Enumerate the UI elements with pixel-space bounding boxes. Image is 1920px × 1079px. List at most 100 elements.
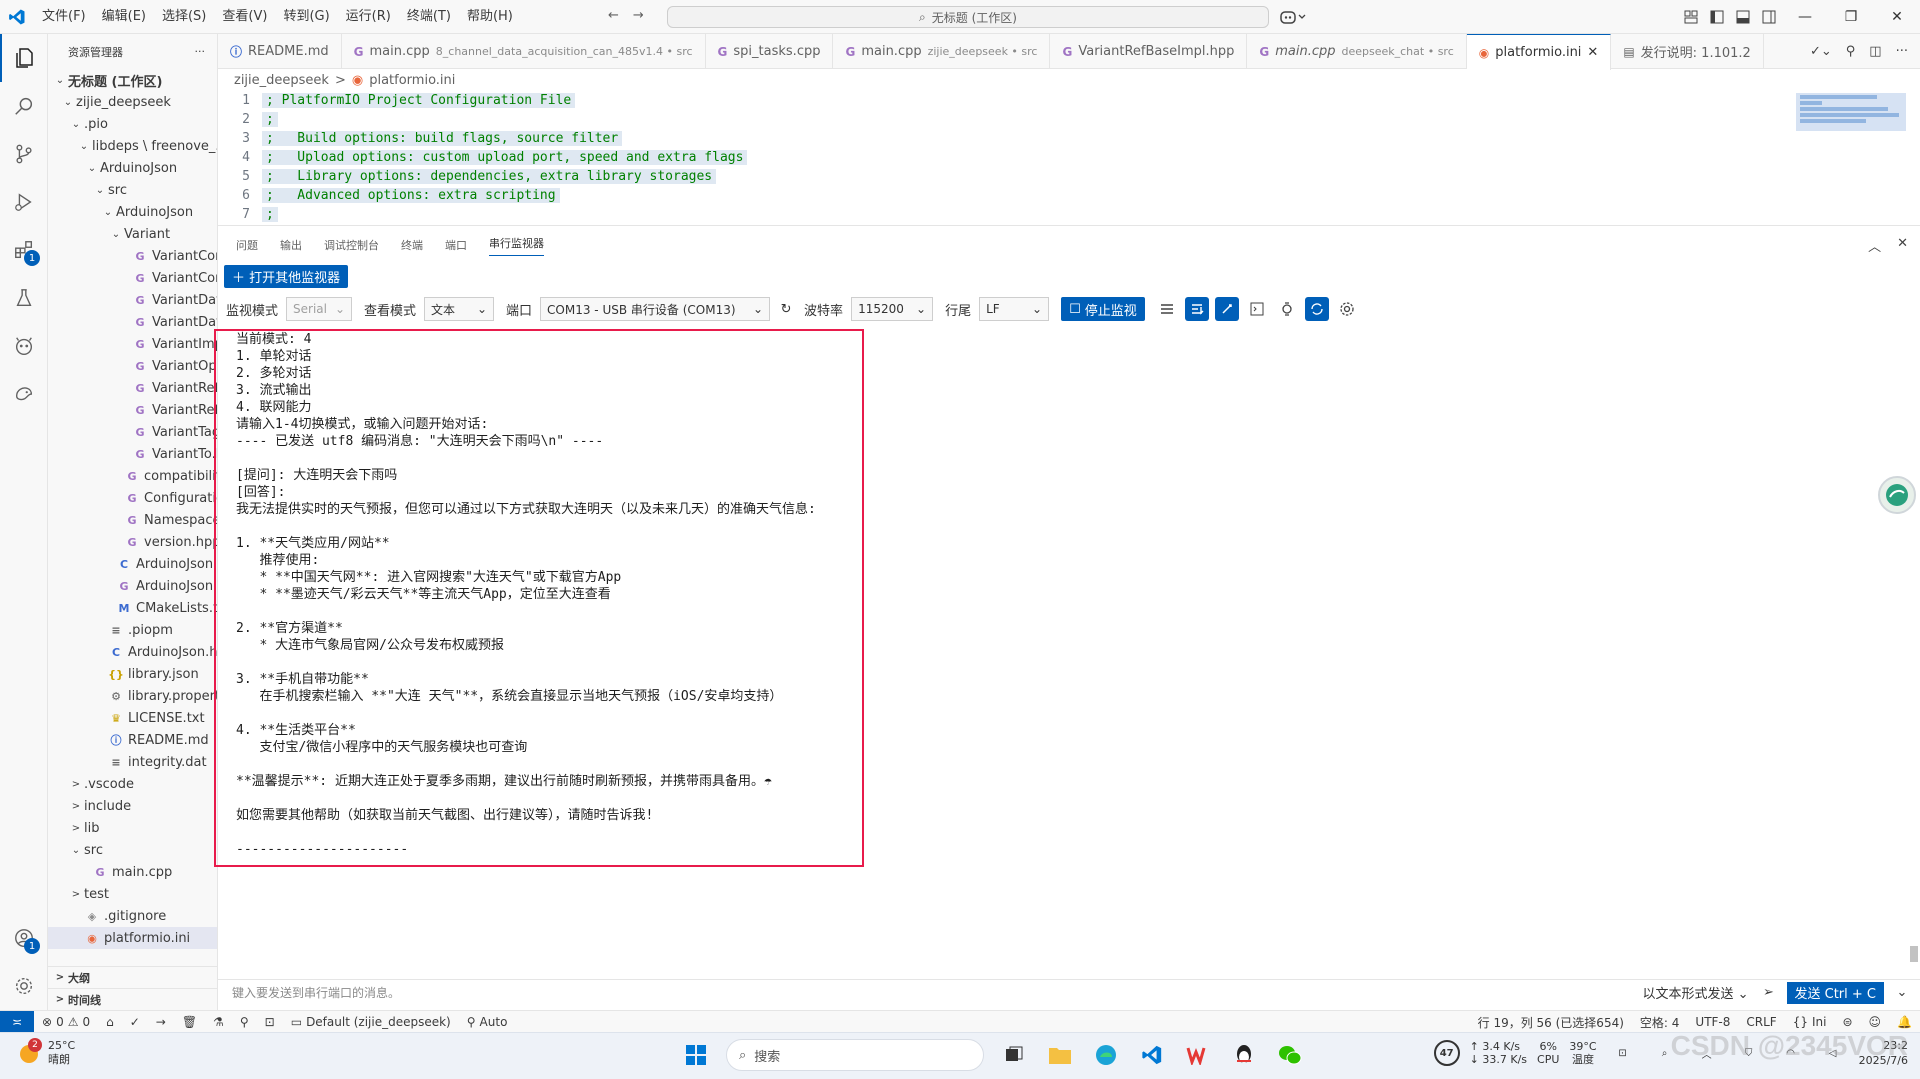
tree-item[interactable]: ◈ .gitignore — [48, 905, 217, 927]
panel-tab[interactable]: 输出 — [280, 237, 302, 253]
breadcrumb-file[interactable]: platformio.ini — [369, 73, 455, 88]
settings-gear-icon[interactable] — [1335, 297, 1359, 321]
tray-circle-indicator[interactable]: 47 — [1433, 1040, 1460, 1066]
port-select[interactable]: COM13 - USB 串行设备 (COM13) ⌄ — [540, 297, 771, 321]
pio-home-icon[interactable]: ⌂ — [98, 1015, 122, 1029]
toggle-timestamp-icon[interactable] — [1214, 297, 1239, 321]
close-window-icon[interactable]: ✕ — [1874, 9, 1920, 25]
qq-icon[interactable] — [1228, 1039, 1260, 1071]
minimap[interactable] — [1796, 93, 1906, 131]
toggle-sidebar-icon[interactable] — [1704, 10, 1730, 24]
edge-browser-icon[interactable] — [1090, 1039, 1122, 1071]
pio-clean-icon[interactable]: 🗑 — [174, 1015, 205, 1029]
serial-output[interactable]: 当前模式: 4 1. 单轮对话 2. 多轮对话 3. 流式输出 4. 联网能力 请输入1-… — [214, 329, 864, 867]
tree-item[interactable]: Gmain.cpp — [48, 861, 217, 883]
pio-build-icon[interactable]: ✓ — [122, 1015, 148, 1029]
problems-status[interactable]: ⊗ 0 ⚠ 0 — [34, 1015, 98, 1029]
pio-upload-icon[interactable]: → — [148, 1015, 174, 1029]
tree-item[interactable]: G VariantRefB... — [48, 399, 217, 421]
refresh-ports-icon[interactable]: ↻ — [774, 297, 798, 321]
accounts-icon[interactable]: 1 — [0, 914, 48, 962]
tree-item[interactable]: C ArduinoJson.h — [48, 641, 217, 663]
tree-item[interactable]: ⌄ libdeps \ freenove_... — [48, 135, 217, 157]
tree-item[interactable]: G VariantTag.... — [48, 421, 217, 443]
toggle-secondary-sidebar-icon[interactable] — [1756, 10, 1782, 24]
tree-item[interactable]: G VariantOper... — [48, 355, 217, 377]
more-actions-icon[interactable]: ··· — [1896, 44, 1908, 59]
tree-item[interactable]: ⓘ README.md — [48, 729, 217, 751]
feedback-icon[interactable]: ☺ — [1861, 1015, 1890, 1029]
tree-item[interactable]: ⌄ 无标题 (工作区) — [48, 69, 217, 91]
panel-tab[interactable]: 串行监视器 — [489, 235, 544, 256]
restore-icon[interactable]: ❐ — [1828, 9, 1874, 25]
tree-item[interactable]: ⌄ Variant — [48, 223, 217, 245]
clear-output-icon[interactable] — [1155, 297, 1179, 321]
remote-icon[interactable]: ≍ — [0, 1010, 34, 1033]
taskbar-search[interactable]: ⌕ 搜索 — [726, 1039, 984, 1071]
editor-tab[interactable]: G VariantRefBaseImpl.hpp — [1050, 34, 1248, 69]
tree-item[interactable]: ◉ platformio.ini — [48, 927, 217, 949]
wechat-icon[interactable] — [1274, 1039, 1306, 1071]
editor-tab[interactable]: Gmain.cpp deepseek_chat • src — [1247, 34, 1467, 69]
platformio-icon[interactable] — [0, 322, 48, 370]
pio-test-icon[interactable]: ⚗ — [205, 1015, 232, 1029]
line-ending-select[interactable]: LF ⌄ — [979, 297, 1050, 321]
serial-send-input[interactable]: 键入要发送到串行端口的消息。 — [226, 982, 1642, 1004]
tree-item[interactable]: > lib — [48, 817, 217, 839]
monitor-mode-select[interactable]: Serial ⌄ — [286, 297, 353, 321]
back-arrow-icon[interactable]: ← — [608, 8, 619, 23]
pio-serial-icon[interactable]: ⚲ — [232, 1015, 257, 1029]
wps-office-icon[interactable] — [1182, 1039, 1214, 1071]
split-editor-icon[interactable]: ◫ — [1869, 44, 1881, 59]
menu-terminal[interactable]: 终端(T) — [399, 0, 459, 34]
sync-icon[interactable] — [1304, 297, 1329, 321]
windows-start-icon[interactable] — [680, 1039, 712, 1071]
menu-run[interactable]: 运行(R) — [338, 0, 399, 34]
menu-edit[interactable]: 编辑(E) — [94, 0, 154, 34]
notifications-bell-icon[interactable]: 🔔 — [1889, 1015, 1920, 1029]
end-of-line[interactable]: CRLF — [1738, 1015, 1784, 1029]
menu-help[interactable]: 帮助(H) — [459, 0, 521, 34]
tree-item[interactable]: Gcompatibility.... — [48, 465, 217, 487]
editor-tab[interactable]: Gspi_tasks.cpp — [706, 34, 834, 69]
tree-item[interactable]: G Configuratio... — [48, 487, 217, 509]
menu-selection[interactable]: 选择(S) — [154, 0, 214, 34]
tree-item[interactable]: ≡ integrity.dat — [48, 751, 217, 773]
send-arrow-icon[interactable]: ➢ — [1757, 981, 1781, 1005]
pio-env-switch[interactable]: ▭ Default (zijie_deepseek) — [283, 1015, 459, 1029]
open-other-monitor-button[interactable]: ＋ 打开其他监视器 — [224, 265, 349, 288]
deepseek-extension-icon[interactable] — [0, 370, 48, 418]
tree-item[interactable]: ⚙ library.properties — [48, 685, 217, 707]
editor-tab[interactable]: ▤ 发行说明: 1.101.2 — [1611, 34, 1764, 69]
copilot-icon[interactable] — [1280, 9, 1306, 25]
indentation[interactable]: 空格: 4 — [1632, 1014, 1688, 1031]
tree-item[interactable]: ⌄ ArduinoJson — [48, 157, 217, 179]
tree-item[interactable]: G VariantTo.hpp — [48, 443, 217, 465]
tree-item[interactable]: G VariantCom... — [48, 245, 217, 267]
search-icon[interactable] — [0, 82, 48, 130]
editor-tab[interactable]: ◉ platformio.ini ✕ — [1466, 34, 1612, 70]
close-panel-icon[interactable]: ✕ — [1897, 236, 1908, 255]
menu-view[interactable]: 查看(V) — [214, 0, 275, 34]
language-mode[interactable]: {} Ini — [1785, 1015, 1835, 1029]
tree-item[interactable]: G Namespace.h... — [48, 509, 217, 531]
tree-item[interactable]: ⌄ zijie_deepseek — [48, 91, 217, 113]
pio-port-auto[interactable]: ⚲ Auto — [459, 1015, 516, 1029]
tree-item[interactable]: ⌄ src — [48, 839, 217, 861]
maximize-panel-icon[interactable]: ︿ — [1868, 236, 1881, 255]
extensions-icon[interactable]: 1 — [0, 226, 48, 274]
panel-tab[interactable]: 问题 — [236, 237, 258, 253]
tree-item[interactable]: Gversion.hpp — [48, 531, 217, 553]
weather-widget[interactable]: 2 25°C 晴朗 — [16, 1038, 75, 1067]
terminal-mode-icon[interactable] — [1245, 297, 1269, 321]
source-control-icon[interactable] — [0, 130, 48, 178]
baud-select[interactable]: 115200 ⌄ — [851, 297, 934, 321]
tree-item[interactable]: ♛ LICENSE.txt — [48, 707, 217, 729]
menu-go[interactable]: 转到(G) — [275, 0, 337, 34]
panel-tab[interactable]: 端口 — [445, 237, 467, 253]
tree-item[interactable]: ⌄ ArduinoJson — [48, 201, 217, 223]
panel-tab[interactable]: 调试控制台 — [324, 237, 379, 253]
menu-file[interactable]: 文件(F) — [34, 0, 94, 34]
tree-item[interactable]: G ArduinoJson.h... — [48, 575, 217, 597]
encoding[interactable]: UTF-8 — [1687, 1015, 1738, 1029]
